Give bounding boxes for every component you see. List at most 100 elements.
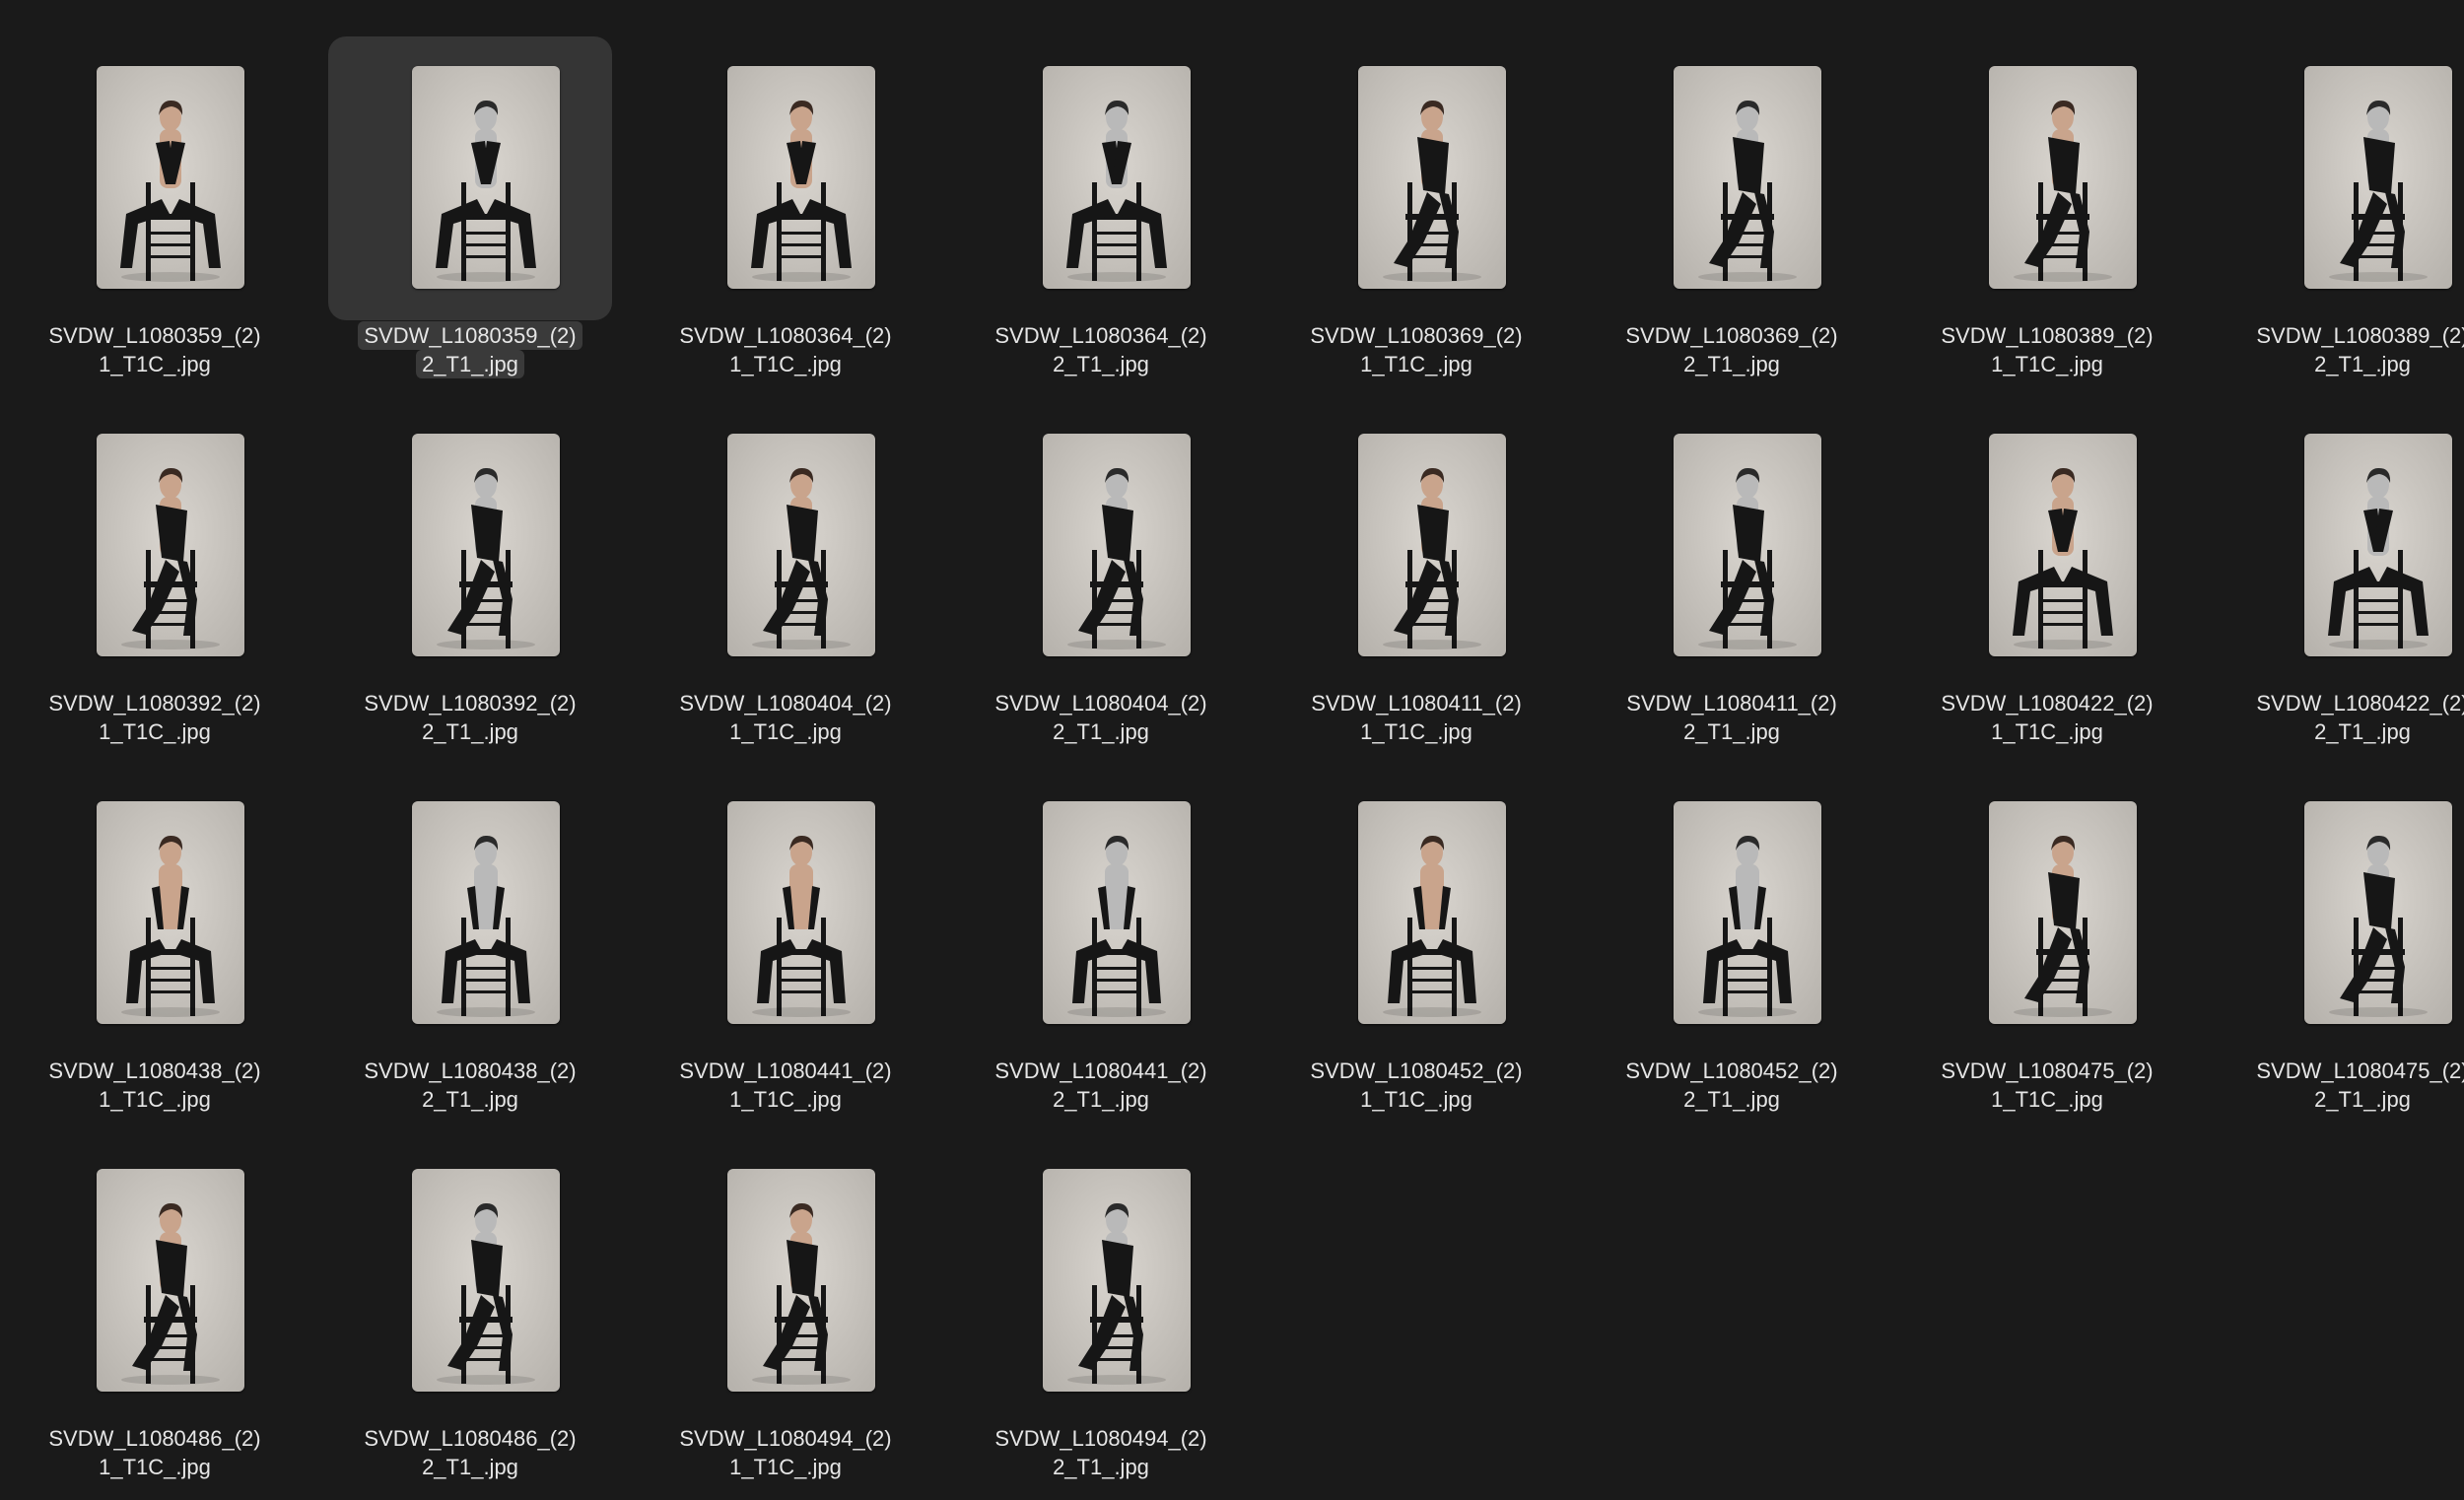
file-item-6[interactable]: SVDW_L1080369_(2) 2_T1_.jpg (1574, 30, 1889, 397)
file-item-12[interactable]: SVDW_L1080404_(2) 2_T1_.jpg (943, 397, 1259, 765)
file-name-label[interactable]: SVDW_L1080359_(2) 2_T1_.jpg (312, 321, 628, 378)
image-thumbnail[interactable] (2304, 434, 2452, 656)
file-name-label[interactable]: SVDW_L1080486_(2) 2_T1_.jpg (312, 1424, 628, 1481)
file-name-label[interactable]: SVDW_L1080389_(2) 2_T1_.jpg (2205, 321, 2464, 378)
file-name-label[interactable]: SVDW_L1080392_(2) 1_T1C_.jpg (0, 689, 312, 746)
image-thumbnail[interactable] (97, 66, 244, 289)
file-item-21[interactable]: SVDW_L1080452_(2) 1_T1C_.jpg (1259, 765, 1574, 1132)
file-name-label[interactable]: SVDW_L1080494_(2) 2_T1_.jpg (943, 1424, 1259, 1481)
file-name-label[interactable]: SVDW_L1080475_(2) 1_T1C_.jpg (1889, 1057, 2205, 1114)
image-thumbnail[interactable] (412, 801, 560, 1024)
image-thumbnail[interactable] (1043, 1169, 1191, 1392)
file-item-11[interactable]: SVDW_L1080404_(2) 1_T1C_.jpg (628, 397, 943, 765)
file-name-label[interactable]: SVDW_L1080389_(2) 1_T1C_.jpg (1889, 321, 2205, 378)
file-item-5[interactable]: SVDW_L1080369_(2) 1_T1C_.jpg (1259, 30, 1574, 397)
file-item-17[interactable]: SVDW_L1080438_(2) 1_T1C_.jpg (0, 765, 312, 1132)
file-item-14[interactable]: SVDW_L1080411_(2) 2_T1_.jpg (1574, 397, 1889, 765)
file-name-label[interactable]: SVDW_L1080441_(2) 1_T1C_.jpg (628, 1057, 943, 1114)
file-name-line-1: SVDW_L1080486_(2) (364, 1426, 577, 1451)
file-item-20[interactable]: SVDW_L1080441_(2) 2_T1_.jpg (943, 765, 1259, 1132)
file-name-label[interactable]: SVDW_L1080494_(2) 1_T1C_.jpg (628, 1424, 943, 1481)
file-item-3[interactable]: SVDW_L1080364_(2) 1_T1C_.jpg (628, 30, 943, 397)
thumbnail-frame (2221, 772, 2464, 1056)
file-name-label[interactable]: SVDW_L1080404_(2) 2_T1_.jpg (943, 689, 1259, 746)
file-name-label[interactable]: SVDW_L1080452_(2) 1_T1C_.jpg (1259, 1057, 1574, 1114)
image-thumbnail[interactable] (1989, 434, 2137, 656)
file-name-line-1: SVDW_L1080441_(2) (679, 1058, 892, 1083)
thumbnail-frame (13, 1139, 297, 1423)
file-name-label[interactable]: SVDW_L1080364_(2) 1_T1C_.jpg (628, 321, 943, 378)
file-item-24[interactable]: SVDW_L1080475_(2) 2_T1_.jpg (2205, 765, 2464, 1132)
thumbnail-frame (1905, 404, 2189, 688)
image-thumbnail[interactable] (1043, 434, 1191, 656)
file-item-27[interactable]: SVDW_L1080494_(2) 1_T1C_.jpg (628, 1132, 943, 1500)
image-thumbnail[interactable] (97, 801, 244, 1024)
image-thumbnail[interactable] (727, 801, 875, 1024)
file-name-label[interactable]: SVDW_L1080411_(2) 2_T1_.jpg (1574, 689, 1889, 746)
image-thumbnail[interactable] (1674, 801, 1821, 1024)
image-thumbnail[interactable] (727, 434, 875, 656)
image-thumbnail[interactable] (1358, 801, 1506, 1024)
file-name-label[interactable]: SVDW_L1080486_(2) 1_T1C_.jpg (0, 1424, 312, 1481)
file-name-line-2: 1_T1C_.jpg (99, 1087, 211, 1112)
file-item-19[interactable]: SVDW_L1080441_(2) 1_T1C_.jpg (628, 765, 943, 1132)
image-thumbnail[interactable] (2304, 66, 2452, 289)
image-thumbnail[interactable] (1043, 66, 1191, 289)
image-thumbnail[interactable] (412, 66, 560, 289)
file-name-label[interactable]: SVDW_L1080475_(2) 2_T1_.jpg (2205, 1057, 2464, 1114)
file-name-label[interactable]: SVDW_L1080441_(2) 2_T1_.jpg (943, 1057, 1259, 1114)
file-name-label[interactable]: SVDW_L1080359_(2) 1_T1C_.jpg (0, 321, 312, 378)
file-name-label[interactable]: SVDW_L1080422_(2) 2_T1_.jpg (2205, 689, 2464, 746)
image-thumbnail[interactable] (1043, 801, 1191, 1024)
file-name-line-2: 2_T1_.jpg (1053, 719, 1149, 744)
file-item-4[interactable]: SVDW_L1080364_(2) 2_T1_.jpg (943, 30, 1259, 397)
file-name-line-1: SVDW_L1080475_(2) (2256, 1058, 2464, 1083)
image-thumbnail[interactable] (412, 1169, 560, 1392)
file-name-label[interactable]: SVDW_L1080369_(2) 2_T1_.jpg (1574, 321, 1889, 378)
file-item-26[interactable]: SVDW_L1080486_(2) 2_T1_.jpg (312, 1132, 628, 1500)
file-name-label[interactable]: SVDW_L1080438_(2) 2_T1_.jpg (312, 1057, 628, 1114)
file-name-label[interactable]: SVDW_L1080404_(2) 1_T1C_.jpg (628, 689, 943, 746)
image-thumbnail[interactable] (97, 434, 244, 656)
file-name-label[interactable]: SVDW_L1080411_(2) 1_T1C_.jpg (1259, 689, 1574, 746)
image-thumbnail[interactable] (1989, 66, 2137, 289)
image-thumbnail[interactable] (1674, 434, 1821, 656)
file-name-label[interactable]: SVDW_L1080364_(2) 2_T1_.jpg (943, 321, 1259, 378)
file-item-8[interactable]: SVDW_L1080389_(2) 2_T1_.jpg (2205, 30, 2464, 397)
file-item-1[interactable]: SVDW_L1080359_(2) 1_T1C_.jpg (0, 30, 312, 397)
file-item-28[interactable]: SVDW_L1080494_(2) 2_T1_.jpg (943, 1132, 1259, 1500)
file-item-23[interactable]: SVDW_L1080475_(2) 1_T1C_.jpg (1889, 765, 2205, 1132)
file-name-label[interactable]: SVDW_L1080438_(2) 1_T1C_.jpg (0, 1057, 312, 1114)
file-item-10[interactable]: SVDW_L1080392_(2) 2_T1_.jpg (312, 397, 628, 765)
file-name-line-1: SVDW_L1080441_(2) (994, 1058, 1207, 1083)
file-item-13[interactable]: SVDW_L1080411_(2) 1_T1C_.jpg (1259, 397, 1574, 765)
file-name-label[interactable]: SVDW_L1080422_(2) 1_T1C_.jpg (1889, 689, 2205, 746)
image-thumbnail[interactable] (1989, 801, 2137, 1024)
image-thumbnail[interactable] (1358, 434, 1506, 656)
file-item-2[interactable]: SVDW_L1080359_(2) 2_T1_.jpg (312, 30, 628, 397)
file-name-line-1: SVDW_L1080422_(2) (2256, 691, 2464, 716)
image-thumbnail[interactable] (97, 1169, 244, 1392)
file-item-9[interactable]: SVDW_L1080392_(2) 1_T1C_.jpg (0, 397, 312, 765)
file-name-line-1: SVDW_L1080404_(2) (994, 691, 1207, 716)
image-thumbnail[interactable] (1674, 66, 1821, 289)
image-thumbnail[interactable] (1358, 66, 1506, 289)
file-item-7[interactable]: SVDW_L1080389_(2) 1_T1C_.jpg (1889, 30, 2205, 397)
file-item-22[interactable]: SVDW_L1080452_(2) 2_T1_.jpg (1574, 765, 1889, 1132)
file-name-line-1: SVDW_L1080359_(2) (48, 323, 261, 348)
file-item-16[interactable]: SVDW_L1080422_(2) 2_T1_.jpg (2205, 397, 2464, 765)
file-item-18[interactable]: SVDW_L1080438_(2) 2_T1_.jpg (312, 765, 628, 1132)
file-name-label[interactable]: SVDW_L1080452_(2) 2_T1_.jpg (1574, 1057, 1889, 1114)
thumbnail-frame (1905, 772, 2189, 1056)
file-name-line-2: 2_T1_.jpg (2314, 719, 2411, 744)
file-name-label[interactable]: SVDW_L1080392_(2) 2_T1_.jpg (312, 689, 628, 746)
file-name-line-2: 2_T1_.jpg (422, 1087, 518, 1112)
image-thumbnail[interactable] (727, 66, 875, 289)
file-name-label[interactable]: SVDW_L1080369_(2) 1_T1C_.jpg (1259, 321, 1574, 378)
file-item-15[interactable]: SVDW_L1080422_(2) 1_T1C_.jpg (1889, 397, 2205, 765)
image-thumbnail[interactable] (412, 434, 560, 656)
image-thumbnail[interactable] (727, 1169, 875, 1392)
file-item-25[interactable]: SVDW_L1080486_(2) 1_T1C_.jpg (0, 1132, 312, 1500)
file-name-line-1: SVDW_L1080452_(2) (1310, 1058, 1523, 1083)
image-thumbnail[interactable] (2304, 801, 2452, 1024)
